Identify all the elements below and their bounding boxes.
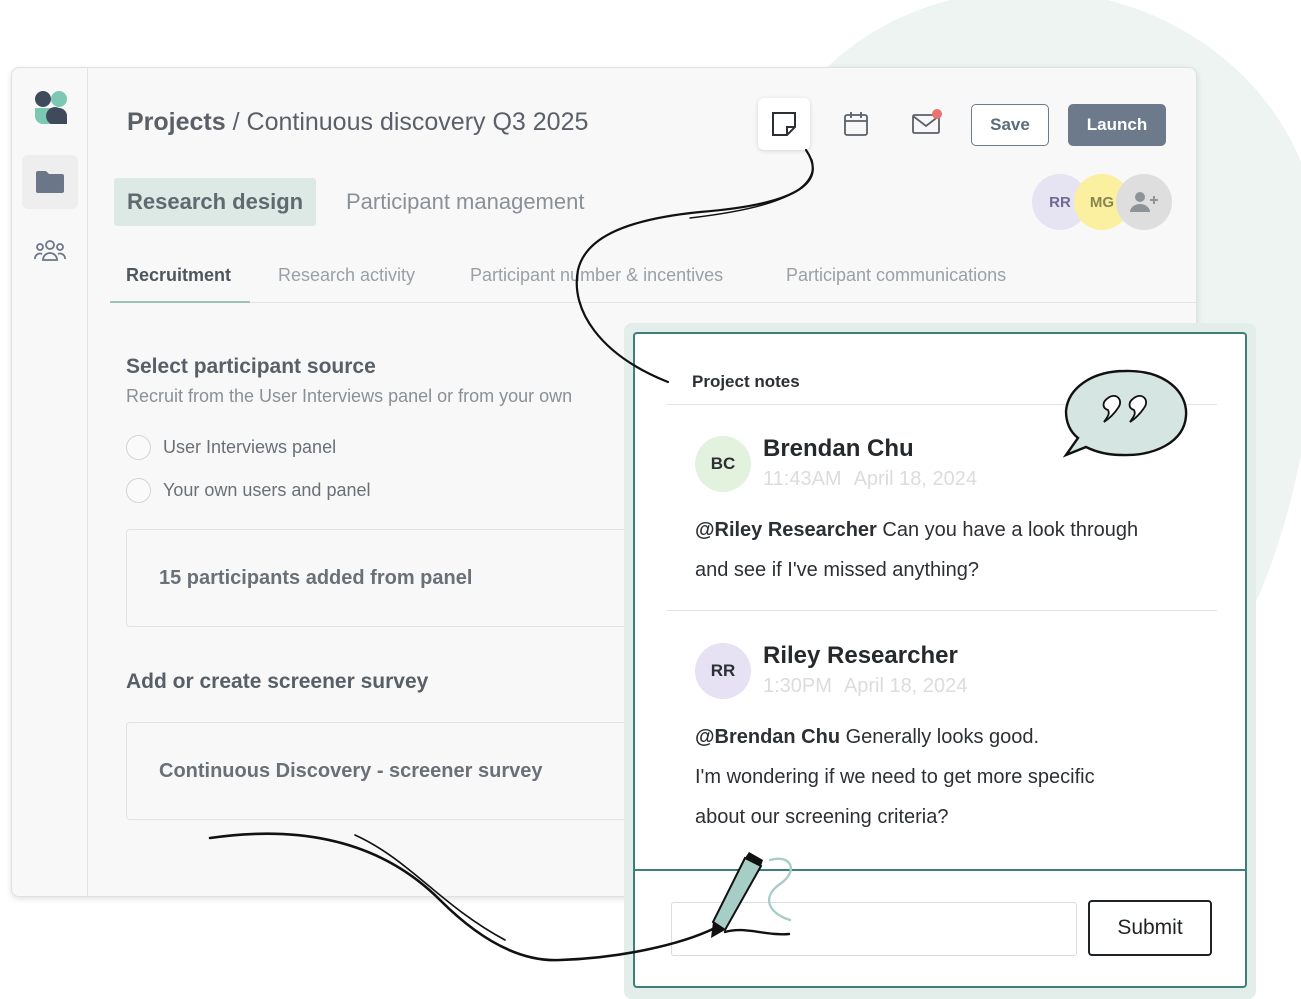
breadcrumb-separator: / [225, 108, 247, 136]
radio-button[interactable] [126, 478, 151, 503]
avatar: BC [695, 436, 751, 492]
tab-research-design[interactable]: Research design [114, 178, 317, 226]
participant-source-subtitle: Recruit from the User Interviews panel o… [126, 386, 573, 406]
radio-option-own-panel[interactable]: Your own users and panel [126, 478, 370, 503]
comment-time: 11:43AM [763, 468, 842, 490]
sidebar-item-projects[interactable] [22, 155, 78, 209]
folder-icon [36, 171, 64, 193]
mention-link[interactable]: @Brendan Chu [695, 726, 840, 748]
comment-line: @Brendan Chu Generally looks good. [695, 717, 1215, 757]
subtab-research-activity[interactable]: Research activity [278, 265, 415, 286]
participants-summary-card[interactable]: 15 participants added from panel [126, 529, 666, 627]
calendar-button[interactable] [830, 98, 882, 150]
radio-option-ui-panel[interactable]: User Interviews panel [126, 435, 336, 460]
sticky-note-icon [772, 112, 796, 136]
project-notes-panel: Project notes BC Brendan Chu 11:43AM Apri… [633, 332, 1247, 988]
subtab-participant-number-incentives[interactable]: Participant number & incentives [470, 265, 723, 286]
sidebar-item-participants[interactable] [22, 223, 78, 277]
comment-body: @Riley Researcher Can you have a look th… [695, 510, 1215, 590]
comment-line: @Riley Researcher Can you have a look th… [695, 510, 1215, 550]
comment-text: Generally looks good. [840, 726, 1040, 748]
mention-link[interactable]: @Riley Researcher [695, 519, 877, 541]
screener-title: Add or create screener survey [126, 670, 429, 693]
subtab-recruitment[interactable]: Recruitment [126, 265, 231, 286]
participant-source-title: Select participant source [126, 355, 376, 378]
avatar: RR [695, 643, 751, 699]
page-title: Projects / Continuous discovery Q3 2025 [127, 108, 588, 137]
notes-button[interactable] [758, 98, 810, 150]
active-tab-indicator [110, 301, 250, 303]
comment-line: about our screening criteria? [695, 806, 949, 828]
subtab-participant-communications[interactable]: Participant communications [786, 265, 1006, 286]
comment-date: April 18, 2024 [843, 675, 968, 697]
comment-line: and see if I've missed anything? [695, 559, 979, 581]
notes-footer-divider [635, 869, 1245, 871]
comment-line: I'm wondering if we need to get more spe… [695, 766, 1095, 788]
launch-button[interactable]: Launch [1068, 104, 1166, 146]
add-collaborator-button[interactable] [1116, 174, 1172, 230]
radio-label: User Interviews panel [163, 437, 337, 457]
calendar-icon [844, 112, 868, 136]
logo-icon [35, 91, 67, 124]
comment-timestamp: 1:30PM April 18, 2024 [763, 675, 967, 698]
comment-author: Brendan Chu [763, 435, 914, 462]
people-icon [34, 240, 66, 261]
breadcrumb-projects[interactable]: Projects [127, 108, 226, 136]
comment-body: @Brendan Chu Generally looks good. I'm w… [695, 717, 1215, 837]
sub-tabs: Recruitment Research activity Participan… [110, 253, 1196, 303]
radio-label: Your own users and panel [163, 480, 371, 500]
notes-title: Project notes [692, 372, 800, 391]
screener-survey-card[interactable]: Continuous Discovery - screener survey [126, 722, 666, 820]
collaborator-avatars: RR MG [1032, 174, 1172, 230]
comment-date: April 18, 2024 [853, 468, 977, 490]
submit-button[interactable]: Submit [1088, 900, 1212, 956]
add-user-icon [1130, 192, 1158, 212]
divider [667, 610, 1217, 611]
breadcrumb-project-name: Continuous discovery Q3 2025 [246, 108, 589, 136]
unread-badge [932, 109, 942, 119]
comment-time: 1:30PM [763, 675, 832, 697]
tab-participant-management[interactable]: Participant management [333, 178, 597, 226]
reply-input[interactable] [671, 902, 1077, 956]
comment-timestamp: 11:43AM April 18, 2024 [763, 468, 977, 491]
comment-author: Riley Researcher [763, 642, 958, 669]
save-button[interactable]: Save [971, 104, 1049, 146]
radio-button[interactable] [126, 435, 151, 460]
sidebar [12, 68, 88, 896]
comment-text: Can you have a look through [876, 519, 1139, 541]
divider [667, 404, 1217, 405]
messages-button[interactable] [900, 98, 952, 150]
